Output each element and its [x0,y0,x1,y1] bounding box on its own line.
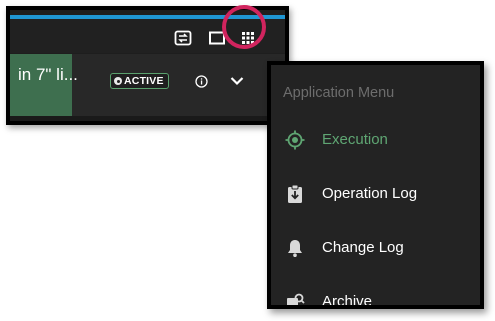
swap-icon[interactable] [174,29,192,47]
application-menu: Application Menu Execution Operation Log [271,65,480,305]
status-dot-icon [114,77,122,85]
archive-search-icon [284,291,306,305]
menu-item-execution[interactable]: Execution [271,120,480,160]
status-badge: ACTIVE [110,73,169,89]
menu-title: Application Menu [283,85,395,101]
menu-item-operation-log[interactable]: Operation Log [271,174,480,214]
target-icon [284,129,306,151]
menu-item-label: Change Log [322,239,404,256]
menu-item-change-log[interactable]: Change Log [271,228,480,268]
highlight-circle [222,5,266,49]
row-highlight-cell [10,54,72,116]
menu-item-archive[interactable]: Archive [271,282,480,305]
info-icon[interactable] [195,75,208,88]
status-badge-label: ACTIVE [124,75,164,87]
row-title: in 7" li... [18,65,78,84]
menu-item-label: Operation Log [322,185,418,202]
row-divider [10,116,285,121]
application-menu-panel: Application Menu Execution Operation Log [267,61,484,309]
menu-item-label: Execution [322,131,388,148]
menu-item-label: Archive [322,293,373,305]
chevron-down-icon[interactable] [229,73,245,89]
bell-icon [284,237,306,259]
clipboard-download-icon [284,183,306,205]
